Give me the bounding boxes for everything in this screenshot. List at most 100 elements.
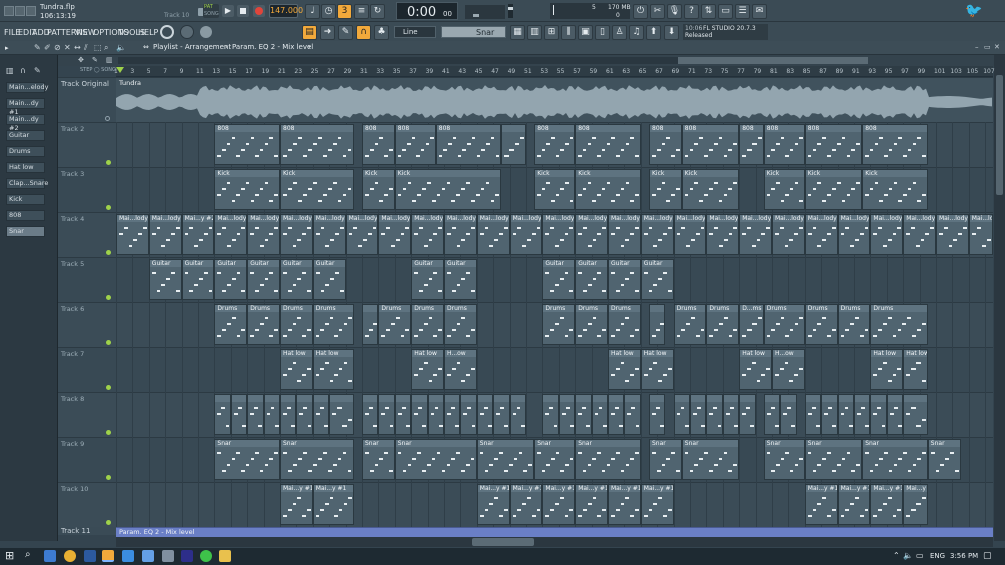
pattern-clip[interactable]: Mai...y #1 — [542, 484, 576, 525]
pattern-clip[interactable]: Drums — [444, 304, 477, 345]
save-icon[interactable]: ▭ — [718, 4, 733, 19]
pattern-clip[interactable]: Drums — [706, 304, 740, 345]
clock[interactable]: 3:56 PM — [950, 553, 978, 560]
pattern-clip[interactable]: Snar — [280, 439, 354, 480]
pattern-clip[interactable]: Mai...lody — [870, 214, 904, 255]
cut-icon[interactable]: ✂ — [650, 4, 665, 19]
channel-item[interactable]: Clap...Snare — [6, 178, 48, 189]
pattern-clip[interactable] — [706, 394, 723, 435]
track-mute-icon[interactable] — [106, 160, 111, 165]
pattern-clip[interactable]: Mai...y #1 — [476, 484, 510, 525]
stamp-icon[interactable]: ♣ — [374, 25, 389, 40]
delete-tool-icon[interactable]: ⊘ — [54, 44, 61, 52]
pattern-clip[interactable]: Mai...lody — [608, 214, 641, 255]
pattern-clip[interactable]: Hat low — [739, 349, 772, 390]
pattern-clip[interactable]: Mai...lody — [116, 214, 149, 255]
channel-item[interactable]: Main...dy #2 — [6, 114, 45, 132]
pattern-clip[interactable]: Mai...lody — [345, 214, 379, 255]
pattern-clip[interactable]: Guitar — [312, 259, 346, 300]
pattern-clip[interactable]: Guitar — [214, 259, 248, 300]
pattern-clip[interactable] — [247, 394, 264, 435]
pattern-clip[interactable]: Snar — [862, 439, 928, 480]
track-mute-icon[interactable] — [106, 295, 111, 300]
download-icon[interactable]: ⬇ — [664, 25, 679, 40]
pattern-clip[interactable]: Kick — [575, 169, 641, 210]
restore-icon[interactable] — [15, 6, 25, 16]
pattern-clip[interactable] — [460, 394, 477, 435]
pattern-clip[interactable]: Drums — [280, 304, 313, 345]
volume-icon[interactable]: 🔈 — [903, 552, 913, 560]
pattern-clip[interactable]: Guitar — [148, 259, 182, 300]
pattern-clip[interactable]: Kick — [862, 169, 928, 210]
media-icon[interactable] — [122, 550, 134, 562]
pattern-clip[interactable]: 808 — [575, 124, 641, 165]
track-mute-icon[interactable] — [106, 475, 111, 480]
pattern-clip[interactable]: Hat low — [640, 349, 674, 390]
pattern-clip[interactable] — [280, 394, 297, 435]
pattern-clip[interactable] — [575, 394, 592, 435]
pattern-clip[interactable]: Kick — [362, 169, 395, 210]
pattern-clip[interactable] — [509, 394, 526, 435]
pattern-clip[interactable]: Kick — [214, 169, 280, 210]
pattern-clip[interactable]: Mai...lody — [837, 214, 871, 255]
pattern-clip[interactable]: 808 — [763, 124, 805, 165]
pattern-clip[interactable] — [690, 394, 707, 435]
fl-studio-taskbar-icon[interactable] — [102, 550, 114, 562]
close-icon[interactable] — [26, 6, 36, 16]
pattern-clip[interactable] — [870, 394, 887, 435]
pattern-clip[interactable]: Snar — [394, 439, 477, 480]
pattern-clip[interactable] — [362, 394, 379, 435]
playlist-minimize-icon[interactable]: – — [975, 44, 979, 51]
pattern-clip[interactable]: 808 — [214, 124, 280, 165]
pattern-clip[interactable] — [476, 394, 494, 435]
pattern-clip[interactable]: Drums — [411, 304, 444, 345]
pattern-clip[interactable] — [296, 394, 313, 435]
pattern-clip[interactable]: Kick — [681, 169, 740, 210]
snap-magnet-icon[interactable]: ∩ — [356, 25, 371, 40]
chat-icon[interactable]: ✉ — [752, 4, 767, 19]
file-explorer-icon[interactable] — [219, 550, 231, 562]
pattern-clip[interactable]: Snar — [763, 439, 805, 480]
pattern-clip[interactable] — [394, 394, 412, 435]
paint-tool-icon[interactable]: ✐ — [44, 44, 51, 52]
pattern-clip[interactable]: Mai...y #1 — [280, 484, 313, 525]
pattern-clip[interactable]: Hat low — [870, 349, 904, 390]
touch-keyboard-icon[interactable]: ♫ — [629, 25, 644, 40]
pencil-tool-icon[interactable]: ✎ — [34, 44, 41, 52]
pattern-clip[interactable]: Mai...lody — [739, 214, 772, 255]
pattern-clip[interactable] — [886, 394, 904, 435]
pattern-clip[interactable]: Mai...lody — [247, 214, 280, 255]
vertical-scrollbar[interactable] — [994, 55, 1005, 541]
snap-select[interactable]: Line — [394, 26, 436, 38]
track-mute-icon[interactable] — [106, 430, 111, 435]
pattern-clip[interactable] — [558, 394, 576, 435]
picker-tool-icon[interactable]: ✎ — [34, 67, 41, 75]
pattern-clip[interactable] — [230, 394, 248, 435]
track-original-mute-icon[interactable] — [105, 116, 110, 121]
pattern-clip[interactable]: 808 — [739, 124, 764, 165]
track-mute-icon[interactable] — [106, 340, 111, 345]
pattern-clip[interactable]: Guitar — [542, 259, 576, 300]
channel-item[interactable]: Guitar — [6, 130, 45, 141]
pattern-clip[interactable] — [673, 394, 690, 435]
pattern-clip[interactable]: Snar — [362, 439, 395, 480]
target-arrow-icon[interactable]: › — [308, 44, 311, 51]
whatsapp-icon[interactable] — [200, 550, 212, 562]
pattern-clip[interactable]: Kick — [763, 169, 805, 210]
pattern-clip[interactable]: Mai...y #1 — [608, 484, 641, 525]
countdown-icon[interactable]: 3 — [337, 4, 352, 19]
track-mute-icon[interactable] — [106, 520, 111, 525]
pattern-clip[interactable]: Mai...lody — [444, 214, 477, 255]
playlist-menu-icon[interactable]: ▸ — [5, 45, 9, 52]
pattern-clip[interactable]: Snar — [927, 439, 961, 480]
horizontal-scrollbar[interactable] — [116, 537, 993, 547]
picker-magnet-icon[interactable]: ∩ — [20, 67, 26, 75]
pattern-clip[interactable] — [722, 394, 740, 435]
microphone-icon[interactable]: 🎙 — [667, 4, 682, 19]
picker-patterns-icon[interactable]: ▥ — [6, 67, 14, 75]
horizontal-scroll-thumb[interactable] — [472, 538, 534, 546]
notifications-icon[interactable]: ▢ — [983, 552, 992, 561]
step-edit-icon[interactable]: ≡ — [354, 4, 369, 19]
pattern-clip[interactable] — [263, 394, 280, 435]
piano-roll-icon[interactable]: ▥ — [527, 25, 542, 40]
